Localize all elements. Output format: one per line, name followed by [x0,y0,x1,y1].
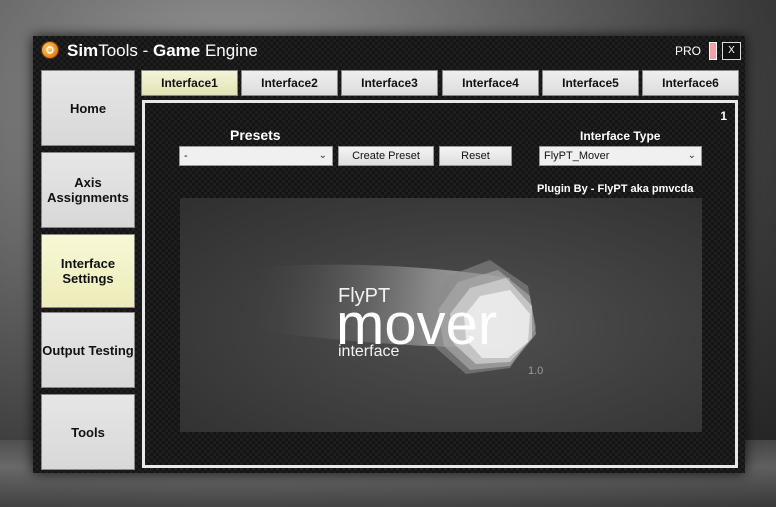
window-title: SimTools - Game Engine [67,41,258,60]
simtools-logo-icon [41,41,59,59]
plugin-credit: Plugin By - FlyPT aka pmvcda [537,183,694,195]
sidebar-item-axis-assignments[interactable]: Axis Assignments [41,152,135,228]
pro-label: PRO [675,44,702,58]
interface-panel: 1 Presets - ⌄ Create Preset Reset Interf… [142,100,738,468]
tab-interface1[interactable]: Interface1 [141,70,238,96]
logo-sub-text: interface [338,343,399,360]
tab-interface4[interactable]: Interface4 [442,70,539,96]
reset-button[interactable]: Reset [439,146,512,166]
close-button[interactable]: X [722,42,741,60]
chevron-down-icon: ⌄ [687,150,696,161]
plugin-logo-image: FlyPT mover interface 1.0 [180,198,702,432]
sidebar-item-home[interactable]: Home [41,70,135,146]
tab-interface2[interactable]: Interface2 [241,70,338,96]
tab-interface6[interactable]: Interface6 [642,70,739,96]
presets-dropdown[interactable]: - ⌄ [179,146,333,166]
create-preset-button[interactable]: Create Preset [338,146,434,166]
flypt-mover-logo: FlyPT mover interface 1.0 [240,260,543,377]
interface-type-value: FlyPT_Mover [544,150,610,162]
sidebar-item-interface-settings[interactable]: Interface Settings [41,234,135,308]
presets-label: Presets [230,127,281,143]
pro-indicator [709,42,717,60]
sidebar-item-output-testing[interactable]: Output Testing [41,312,135,388]
presets-value: - [184,150,188,162]
title-bar[interactable]: SimTools - Game Engine PRO X [33,36,745,66]
chevron-down-icon: ⌄ [318,150,327,161]
tab-interface5[interactable]: Interface5 [542,70,639,96]
logo-version-text: 1.0 [528,365,543,377]
interface-type-dropdown[interactable]: FlyPT_Mover ⌄ [539,146,702,166]
interface-type-label: Interface Type [580,129,661,143]
interface-number: 1 [720,109,727,123]
tab-interface3[interactable]: Interface3 [341,70,438,96]
sidebar-item-tools[interactable]: Tools [41,394,135,470]
app-window: SimTools - Game Engine PRO X Home Axis A… [33,36,745,473]
